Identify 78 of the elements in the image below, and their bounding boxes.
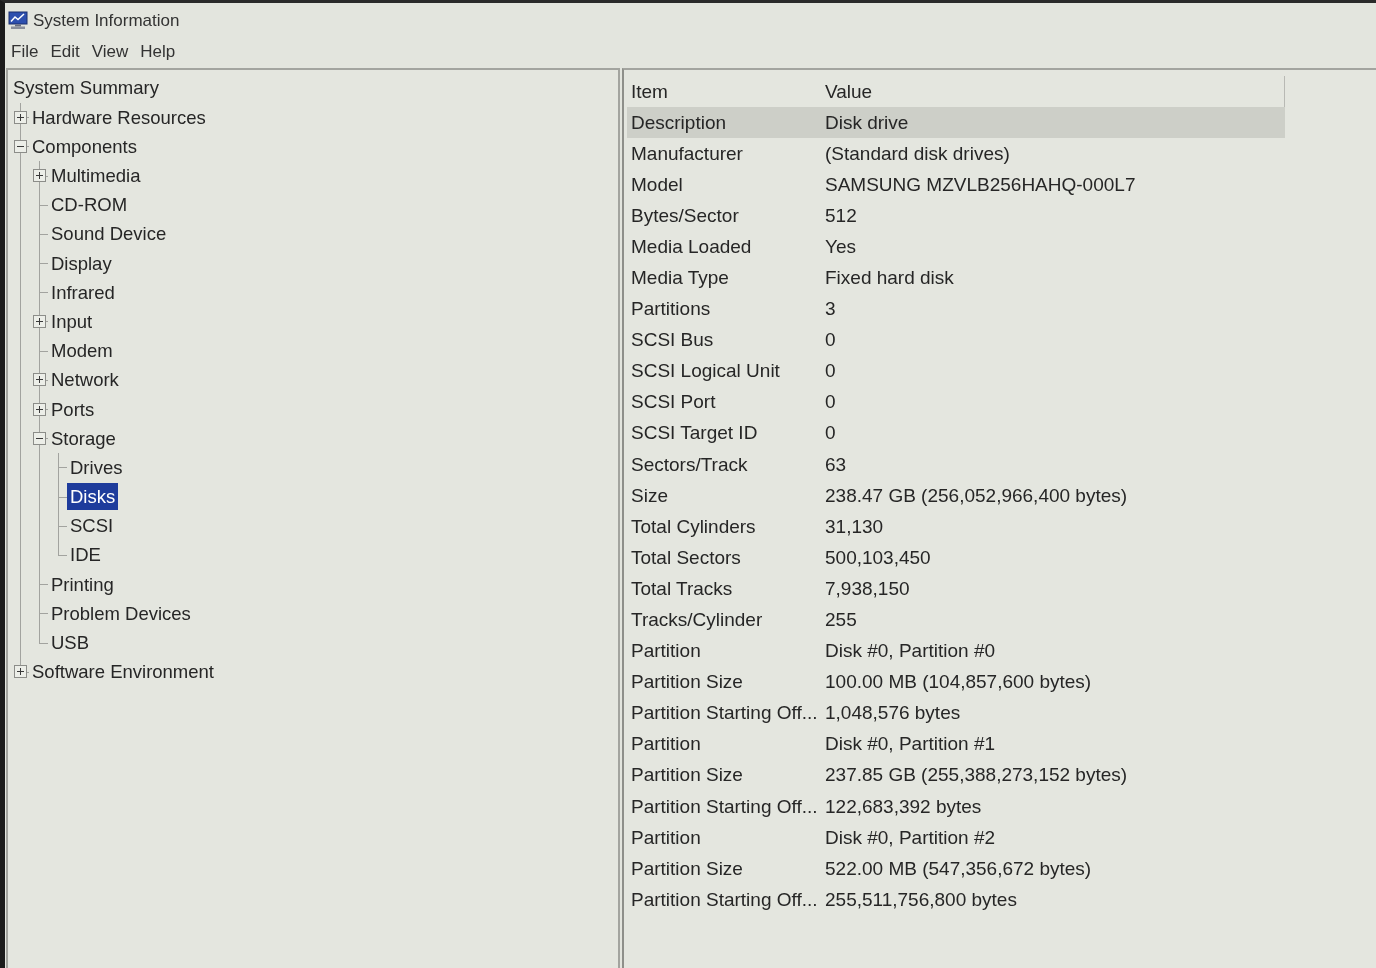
value-cell-text: Disk #0, Partition #2 <box>824 825 997 850</box>
tree-item[interactable]: Multimedia <box>48 162 144 190</box>
menu-item[interactable]: File <box>5 39 45 65</box>
plus-box-icon[interactable] <box>33 402 46 416</box>
item-cell-text: Tracks/Cylinder <box>630 608 764 632</box>
plus-box-icon[interactable] <box>14 110 27 124</box>
value-cell-text: 63 <box>824 452 848 477</box>
plus-box-icon[interactable] <box>33 169 46 183</box>
plus-box-icon[interactable] <box>14 665 27 679</box>
value-cell-text: Fixed hard disk <box>824 265 955 290</box>
value-cell-text: 0 <box>824 328 837 353</box>
item-cell-text: Partition <box>630 639 702 664</box>
tree-item[interactable]: Disks <box>67 483 119 511</box>
value-cell-text: 1,048,576 bytes <box>824 701 962 726</box>
tree-item[interactable]: Input <box>48 308 96 335</box>
value-cell-text: 512 <box>824 203 858 228</box>
item-cell-text: Bytes/Sector <box>630 203 740 228</box>
value-cell-text: 100.00 MB (104,857,600 bytes) <box>824 670 1093 695</box>
item-cell-text: Manufacturer <box>630 141 744 166</box>
value-cell-text: 0 <box>824 359 837 384</box>
value-cell-text: Yes <box>824 234 857 259</box>
item-cell-text: Total Sectors <box>630 545 742 570</box>
item-cell-text: Partition <box>630 825 702 850</box>
value-cell-text: 31,130 <box>824 514 885 539</box>
monitor-icon <box>8 11 28 30</box>
value-cell-text: 238.47 GB (256,052,966,400 bytes) <box>824 483 1129 508</box>
plus-box-icon[interactable] <box>33 373 46 387</box>
item-cell-text: Total Cylinders <box>630 514 757 539</box>
tree-item[interactable]: Software Environment <box>29 658 217 686</box>
item-cell-text: Size <box>630 483 669 508</box>
tree-item[interactable]: Components <box>29 132 140 160</box>
value-cell-text: 522.00 MB (547,356,672 bytes) <box>824 856 1093 881</box>
value-cell-text: 0 <box>824 421 837 446</box>
menu-item[interactable]: Edit <box>44 39 86 65</box>
item-cell-text: Partitions <box>630 297 712 322</box>
item-cell-text: SCSI Target ID <box>630 421 759 446</box>
item-cell-text: Model <box>630 172 684 197</box>
item-cell-text: Media Type <box>630 265 730 290</box>
value-cell-text: 255,511,756,800 bytes <box>824 887 1018 912</box>
value-cell-text: (Standard disk drives) <box>824 141 1011 166</box>
value-cell-text: 237.85 GB (255,388,273,152 bytes) <box>824 763 1129 788</box>
tree-item[interactable]: System Summary <box>10 74 162 102</box>
item-cell-text: Partition <box>630 732 702 757</box>
plus-box-icon[interactable] <box>33 315 46 328</box>
value-cell: Disk drive <box>821 106 1285 138</box>
value-cell-text: Disk #0, Partition #0 <box>824 639 997 664</box>
item-cell-text: Partition Starting Off... <box>630 887 819 912</box>
item-cell-text: Sectors/Track <box>630 452 749 477</box>
item-cell-text: Partition Size <box>630 763 744 788</box>
value-cell-text: 0 <box>824 390 837 415</box>
value-cell-text: 7,938,150 <box>824 576 911 601</box>
value-cell-text: 255 <box>824 608 858 632</box>
item-cell-text: Total Tracks <box>630 576 734 601</box>
value-cell-text: SAMSUNG MZVLB256HAHQ-000L7 <box>824 172 1137 197</box>
item-cell-text: Media Loaded <box>630 234 753 259</box>
tree-item[interactable]: Network <box>48 366 122 394</box>
item-cell-text: Partition Starting Off... <box>630 701 819 726</box>
value-cell-text: 500,103,450 <box>824 545 932 570</box>
value-cell-text: 3 <box>824 297 837 322</box>
window-title: System Information <box>33 10 180 31</box>
column-header[interactable]: Item <box>627 75 821 107</box>
minus-box-icon[interactable] <box>14 139 27 153</box>
item-cell-text: Partition Size <box>630 856 744 881</box>
item-cell-text: Partition Starting Off... <box>630 794 819 819</box>
item-cell: Description <box>627 106 821 138</box>
value-cell-text: Disk #0, Partition #1 <box>824 732 997 757</box>
menu-item[interactable]: View <box>85 39 135 65</box>
tree-item[interactable]: Hardware Resources <box>29 103 209 131</box>
column-header[interactable]: Value <box>821 75 1284 107</box>
item-cell-text: Partition Size <box>630 670 744 695</box>
item-cell-text: SCSI Bus <box>630 328 715 353</box>
value-cell-text: 122,683,392 bytes <box>824 794 983 819</box>
item-cell-text: SCSI Port <box>630 390 717 415</box>
tree-item[interactable]: Storage <box>48 424 119 452</box>
tree-item[interactable]: Ports <box>48 395 98 423</box>
minus-box-icon[interactable] <box>33 431 46 445</box>
item-cell-text: SCSI Logical Unit <box>630 359 781 384</box>
menu-item[interactable]: Help <box>134 39 182 65</box>
